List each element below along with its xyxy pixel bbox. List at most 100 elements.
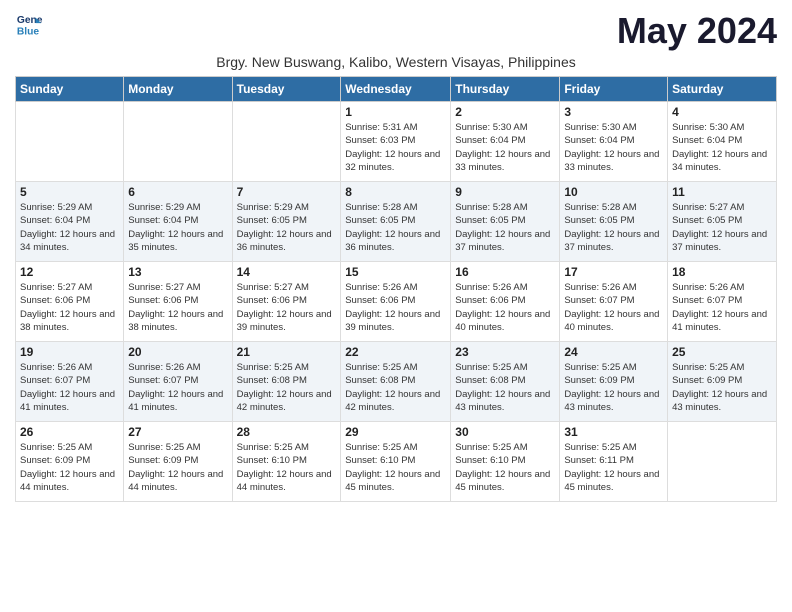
calendar-cell: 12 Sunrise: 5:27 AMSunset: 6:06 PMDayligh… <box>16 262 124 342</box>
calendar-cell: 9 Sunrise: 5:28 AMSunset: 6:05 PMDaylight… <box>451 182 560 262</box>
day-number: 20 <box>128 345 227 359</box>
calendar-cell: 20 Sunrise: 5:26 AMSunset: 6:07 PMDayligh… <box>124 342 232 422</box>
day-number: 10 <box>564 185 663 199</box>
day-number: 18 <box>672 265 772 279</box>
day-number: 24 <box>564 345 663 359</box>
day-number: 26 <box>20 425 119 439</box>
day-number: 22 <box>345 345 446 359</box>
day-sun-info: Sunrise: 5:25 AMSunset: 6:08 PMDaylight:… <box>345 361 446 414</box>
day-sun-info: Sunrise: 5:27 AMSunset: 6:06 PMDaylight:… <box>237 281 337 334</box>
calendar-cell: 18 Sunrise: 5:26 AMSunset: 6:07 PMDayligh… <box>668 262 777 342</box>
day-number: 31 <box>564 425 663 439</box>
day-sun-info: Sunrise: 5:25 AMSunset: 6:10 PMDaylight:… <box>455 441 555 494</box>
day-number: 17 <box>564 265 663 279</box>
day-sun-info: Sunrise: 5:25 AMSunset: 6:10 PMDaylight:… <box>345 441 446 494</box>
day-number: 27 <box>128 425 227 439</box>
day-number: 13 <box>128 265 227 279</box>
calendar-week-row: 12 Sunrise: 5:27 AMSunset: 6:06 PMDayligh… <box>16 262 777 342</box>
day-number: 15 <box>345 265 446 279</box>
day-sun-info: Sunrise: 5:26 AMSunset: 6:06 PMDaylight:… <box>455 281 555 334</box>
logo-icon: General Blue <box>15 10 43 38</box>
day-of-week-header: Thursday <box>451 77 560 102</box>
day-number: 30 <box>455 425 555 439</box>
day-sun-info: Sunrise: 5:30 AMSunset: 6:04 PMDaylight:… <box>564 121 663 174</box>
svg-text:Blue: Blue <box>17 26 40 37</box>
day-number: 19 <box>20 345 119 359</box>
calendar-cell: 11 Sunrise: 5:27 AMSunset: 6:05 PMDayligh… <box>668 182 777 262</box>
day-number: 9 <box>455 185 555 199</box>
calendar-table: SundayMondayTuesdayWednesdayThursdayFrid… <box>15 76 777 502</box>
calendar-cell <box>232 102 341 182</box>
calendar-cell: 7Sunrise: 5:29 AMSunset: 6:05 PMDaylight… <box>232 182 341 262</box>
day-sun-info: Sunrise: 5:25 AMSunset: 6:10 PMDaylight:… <box>237 441 337 494</box>
day-sun-info: Sunrise: 5:25 AMSunset: 6:08 PMDaylight:… <box>237 361 337 414</box>
location-title: Brgy. New Buswang, Kalibo, Western Visay… <box>15 54 777 70</box>
day-of-week-header: Friday <box>560 77 668 102</box>
day-sun-info: Sunrise: 5:30 AMSunset: 6:04 PMDaylight:… <box>672 121 772 174</box>
calendar-week-row: 19 Sunrise: 5:26 AMSunset: 6:07 PMDayligh… <box>16 342 777 422</box>
day-number: 25 <box>672 345 772 359</box>
day-sun-info: Sunrise: 5:29 AMSunset: 6:04 PMDaylight:… <box>20 201 119 254</box>
day-sun-info: Sunrise: 5:25 AMSunset: 6:09 PMDaylight:… <box>128 441 227 494</box>
day-of-week-header: Wednesday <box>341 77 451 102</box>
day-sun-info: Sunrise: 5:26 AMSunset: 6:07 PMDaylight:… <box>564 281 663 334</box>
calendar-cell: 2Sunrise: 5:30 AMSunset: 6:04 PMDaylight… <box>451 102 560 182</box>
day-sun-info: Sunrise: 5:29 AMSunset: 6:04 PMDaylight:… <box>128 201 227 254</box>
page-header: General Blue May 2024 <box>15 10 777 52</box>
calendar-cell: 21 Sunrise: 5:25 AMSunset: 6:08 PMDayligh… <box>232 342 341 422</box>
day-number: 11 <box>672 185 772 199</box>
day-sun-info: Sunrise: 5:25 AMSunset: 6:08 PMDaylight:… <box>455 361 555 414</box>
day-sun-info: Sunrise: 5:28 AMSunset: 6:05 PMDaylight:… <box>564 201 663 254</box>
day-number: 21 <box>237 345 337 359</box>
day-number: 4 <box>672 105 772 119</box>
calendar-week-row: 26 Sunrise: 5:25 AMSunset: 6:09 PMDayligh… <box>16 422 777 502</box>
day-number: 8 <box>345 185 446 199</box>
logo: General Blue <box>15 10 43 38</box>
day-sun-info: Sunrise: 5:27 AMSunset: 6:06 PMDaylight:… <box>20 281 119 334</box>
day-number: 29 <box>345 425 446 439</box>
calendar-week-row: 5 Sunrise: 5:29 AMSunset: 6:04 PMDaylight… <box>16 182 777 262</box>
calendar-cell: 10 Sunrise: 5:28 AMSunset: 6:05 PMDayligh… <box>560 182 668 262</box>
day-of-week-header: Monday <box>124 77 232 102</box>
day-number: 1 <box>345 105 446 119</box>
day-number: 12 <box>20 265 119 279</box>
day-sun-info: Sunrise: 5:28 AMSunset: 6:05 PMDaylight:… <box>455 201 555 254</box>
calendar-cell: 13 Sunrise: 5:27 AMSunset: 6:06 PMDayligh… <box>124 262 232 342</box>
day-number: 5 <box>20 185 119 199</box>
day-sun-info: Sunrise: 5:25 AMSunset: 6:09 PMDaylight:… <box>20 441 119 494</box>
calendar-cell: 22 Sunrise: 5:25 AMSunset: 6:08 PMDayligh… <box>341 342 451 422</box>
calendar-cell: 1 Sunrise: 5:31 AMSunset: 6:03 PMDaylight… <box>341 102 451 182</box>
calendar-cell: 25 Sunrise: 5:25 AMSunset: 6:09 PMDayligh… <box>668 342 777 422</box>
day-of-week-header: Sunday <box>16 77 124 102</box>
calendar-header-row: SundayMondayTuesdayWednesdayThursdayFrid… <box>16 77 777 102</box>
calendar-week-row: 1 Sunrise: 5:31 AMSunset: 6:03 PMDaylight… <box>16 102 777 182</box>
calendar-cell: 15 Sunrise: 5:26 AMSunset: 6:06 PMDayligh… <box>341 262 451 342</box>
calendar-cell: 6Sunrise: 5:29 AMSunset: 6:04 PMDaylight… <box>124 182 232 262</box>
day-number: 7 <box>237 185 337 199</box>
day-sun-info: Sunrise: 5:31 AMSunset: 6:03 PMDaylight:… <box>345 121 446 174</box>
day-sun-info: Sunrise: 5:25 AMSunset: 6:11 PMDaylight:… <box>564 441 663 494</box>
calendar-cell: 27 Sunrise: 5:25 AMSunset: 6:09 PMDayligh… <box>124 422 232 502</box>
day-of-week-header: Tuesday <box>232 77 341 102</box>
calendar-body: 1 Sunrise: 5:31 AMSunset: 6:03 PMDaylight… <box>16 102 777 502</box>
calendar-cell: 29 Sunrise: 5:25 AMSunset: 6:10 PMDayligh… <box>341 422 451 502</box>
month-year-title: May 2024 <box>617 10 777 52</box>
day-number: 28 <box>237 425 337 439</box>
day-of-week-header: Saturday <box>668 77 777 102</box>
calendar-cell: 3Sunrise: 5:30 AMSunset: 6:04 PMDaylight… <box>560 102 668 182</box>
day-sun-info: Sunrise: 5:27 AMSunset: 6:05 PMDaylight:… <box>672 201 772 254</box>
calendar-cell <box>668 422 777 502</box>
day-sun-info: Sunrise: 5:27 AMSunset: 6:06 PMDaylight:… <box>128 281 227 334</box>
calendar-cell: 26 Sunrise: 5:25 AMSunset: 6:09 PMDayligh… <box>16 422 124 502</box>
day-sun-info: Sunrise: 5:26 AMSunset: 6:07 PMDaylight:… <box>128 361 227 414</box>
calendar-cell: 23Sunrise: 5:25 AMSunset: 6:08 PMDayligh… <box>451 342 560 422</box>
day-number: 16 <box>455 265 555 279</box>
day-sun-info: Sunrise: 5:25 AMSunset: 6:09 PMDaylight:… <box>672 361 772 414</box>
calendar-cell: 31 Sunrise: 5:25 AMSunset: 6:11 PMDayligh… <box>560 422 668 502</box>
calendar-cell: 16 Sunrise: 5:26 AMSunset: 6:06 PMDayligh… <box>451 262 560 342</box>
day-sun-info: Sunrise: 5:26 AMSunset: 6:07 PMDaylight:… <box>672 281 772 334</box>
day-sun-info: Sunrise: 5:26 AMSunset: 6:06 PMDaylight:… <box>345 281 446 334</box>
calendar-cell: 30 Sunrise: 5:25 AMSunset: 6:10 PMDayligh… <box>451 422 560 502</box>
calendar-cell: 28 Sunrise: 5:25 AMSunset: 6:10 PMDayligh… <box>232 422 341 502</box>
day-sun-info: Sunrise: 5:30 AMSunset: 6:04 PMDaylight:… <box>455 121 555 174</box>
